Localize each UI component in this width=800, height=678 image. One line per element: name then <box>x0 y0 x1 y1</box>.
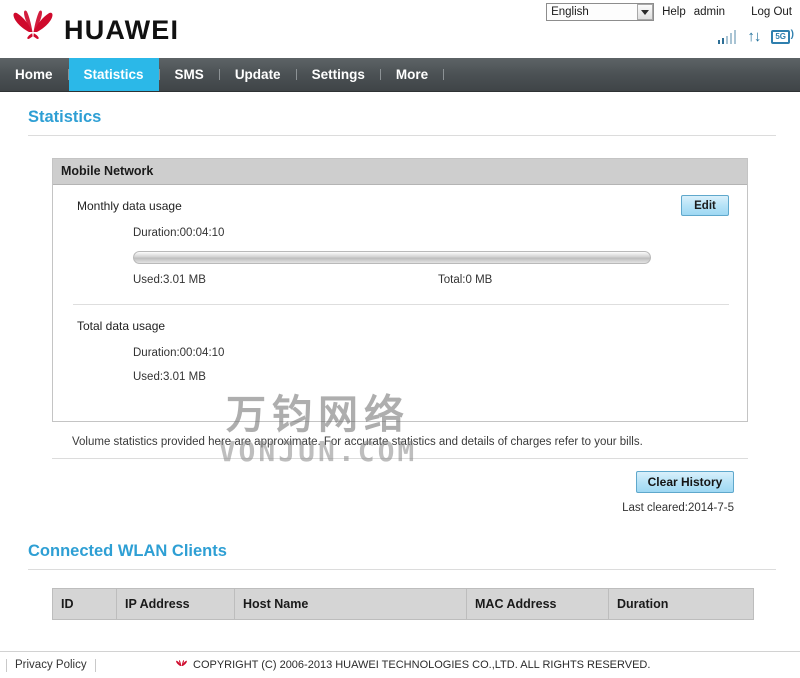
table-header-row: ID IP Address Host Name MAC Address Dura… <box>52 588 754 620</box>
page-footer: Privacy Policy COPYRIGHT (C) 2006-2013 H… <box>0 651 800 678</box>
total-data-usage-block: Total data usage Duration:00:04:10 Used:… <box>53 305 747 407</box>
monthly-total-value: Total:0 MB <box>438 274 493 286</box>
privacy-policy-link[interactable]: Privacy Policy <box>6 658 96 672</box>
total-used-value: Used:3.01 MB <box>133 371 206 383</box>
top-bar: HUAWEI English Help admin Log Out ↑↓ 5G <box>0 0 800 58</box>
monthly-data-usage-title: Monthly data usage <box>77 199 182 213</box>
network-5g-icon: 5G <box>771 30 794 44</box>
nav-item-sms[interactable]: SMS <box>160 58 219 91</box>
main-navigation: Home Statistics SMS Update Settings More <box>0 58 800 92</box>
language-select[interactable]: English <box>546 3 655 21</box>
mobile-network-panel-title: Mobile Network <box>53 159 747 185</box>
column-header-id[interactable]: ID <box>52 588 117 620</box>
last-cleared-text: Last cleared:2014-7-5 <box>622 502 734 514</box>
logout-link[interactable]: Log Out <box>751 6 792 18</box>
nav-item-statistics[interactable]: Statistics <box>68 58 159 91</box>
monthly-used-value: Used:3.01 MB <box>133 274 206 286</box>
copyright-notice: COPYRIGHT (C) 2006-2013 HUAWEI TECHNOLOG… <box>175 659 650 671</box>
total-duration-value: Duration:00:04:10 <box>133 347 225 359</box>
column-header-host-name[interactable]: Host Name <box>234 588 467 620</box>
connected-wlan-clients-table: ID IP Address Host Name MAC Address Dura… <box>52 588 754 620</box>
panel-bottom-spacer <box>53 407 747 421</box>
monthly-usage-labels: Used:3.01 MB Total:0 MB <box>133 274 651 288</box>
page-content: Statistics Mobile Network Monthly data u… <box>0 92 800 620</box>
brand-logo: HUAWEI <box>10 10 179 50</box>
column-header-ip-address[interactable]: IP Address <box>116 588 235 620</box>
connected-wlan-clients-title: Connected WLAN Clients <box>28 542 227 560</box>
monthly-data-usage-block: Monthly data usage Edit Duration:00:04:1… <box>53 185 747 300</box>
nav-item-home[interactable]: Home <box>0 58 68 91</box>
edit-button[interactable]: Edit <box>681 195 729 216</box>
monthly-usage-progress-bar <box>133 251 651 264</box>
page-title-rule <box>28 135 776 136</box>
mobile-network-panel: Mobile Network Monthly data usage Edit D… <box>52 158 748 422</box>
mobile-network-panel-body: Monthly data usage Edit Duration:00:04:1… <box>53 185 747 421</box>
help-link[interactable]: Help <box>662 6 686 18</box>
up-down-arrows-icon: ↑↓ <box>747 28 761 45</box>
clear-history-row: Clear History <box>52 471 748 493</box>
signal-bars-icon <box>717 30 737 44</box>
statistics-disclaimer: Volume statistics provided here are appr… <box>72 436 643 448</box>
admin-link[interactable]: admin <box>694 6 725 18</box>
status-icon-group: ↑↓ 5G <box>717 28 794 45</box>
nav-item-more[interactable]: More <box>381 58 443 91</box>
monthly-progress-row: Used:3.01 MB Total:0 MB <box>77 251 727 288</box>
nav-item-update[interactable]: Update <box>220 58 296 91</box>
nav-separator <box>443 69 445 80</box>
huawei-logo-icon <box>10 10 56 50</box>
utility-bar: English Help admin Log Out <box>546 3 792 21</box>
nav-item-settings[interactable]: Settings <box>297 58 380 91</box>
disclaimer-rule <box>52 458 748 459</box>
column-header-mac-address[interactable]: MAC Address <box>466 588 609 620</box>
total-data-usage-title: Total data usage <box>77 319 166 333</box>
copyright-text: COPYRIGHT (C) 2006-2013 HUAWEI TECHNOLOG… <box>193 659 651 671</box>
clear-history-button[interactable]: Clear History <box>636 471 734 493</box>
huawei-logo-icon <box>175 659 188 671</box>
brand-name: HUAWEI <box>64 14 180 45</box>
page-title: Statistics <box>28 108 102 126</box>
monthly-duration-value: Duration:00:04:10 <box>133 227 225 239</box>
column-header-duration[interactable]: Duration <box>608 588 754 620</box>
chevron-down-icon[interactable] <box>637 4 654 20</box>
clients-title-rule <box>28 569 776 570</box>
